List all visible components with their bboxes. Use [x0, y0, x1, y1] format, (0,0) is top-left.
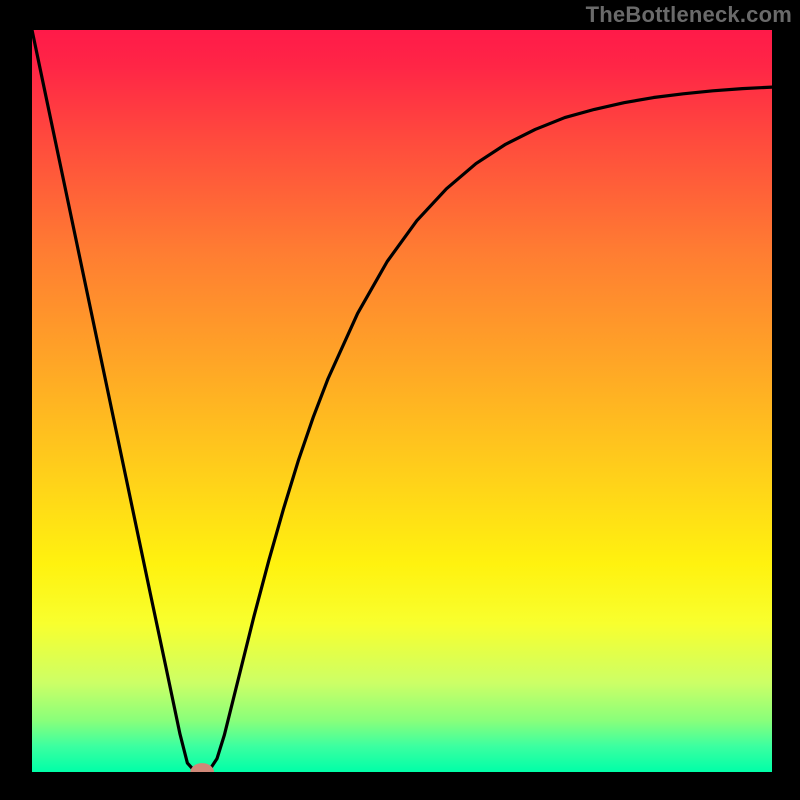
chart-frame: TheBottleneck.com — [0, 0, 800, 800]
bottleneck-chart — [0, 0, 800, 800]
watermark-text: TheBottleneck.com — [586, 2, 792, 28]
optimum-marker — [190, 763, 214, 781]
gradient-background — [32, 30, 772, 772]
